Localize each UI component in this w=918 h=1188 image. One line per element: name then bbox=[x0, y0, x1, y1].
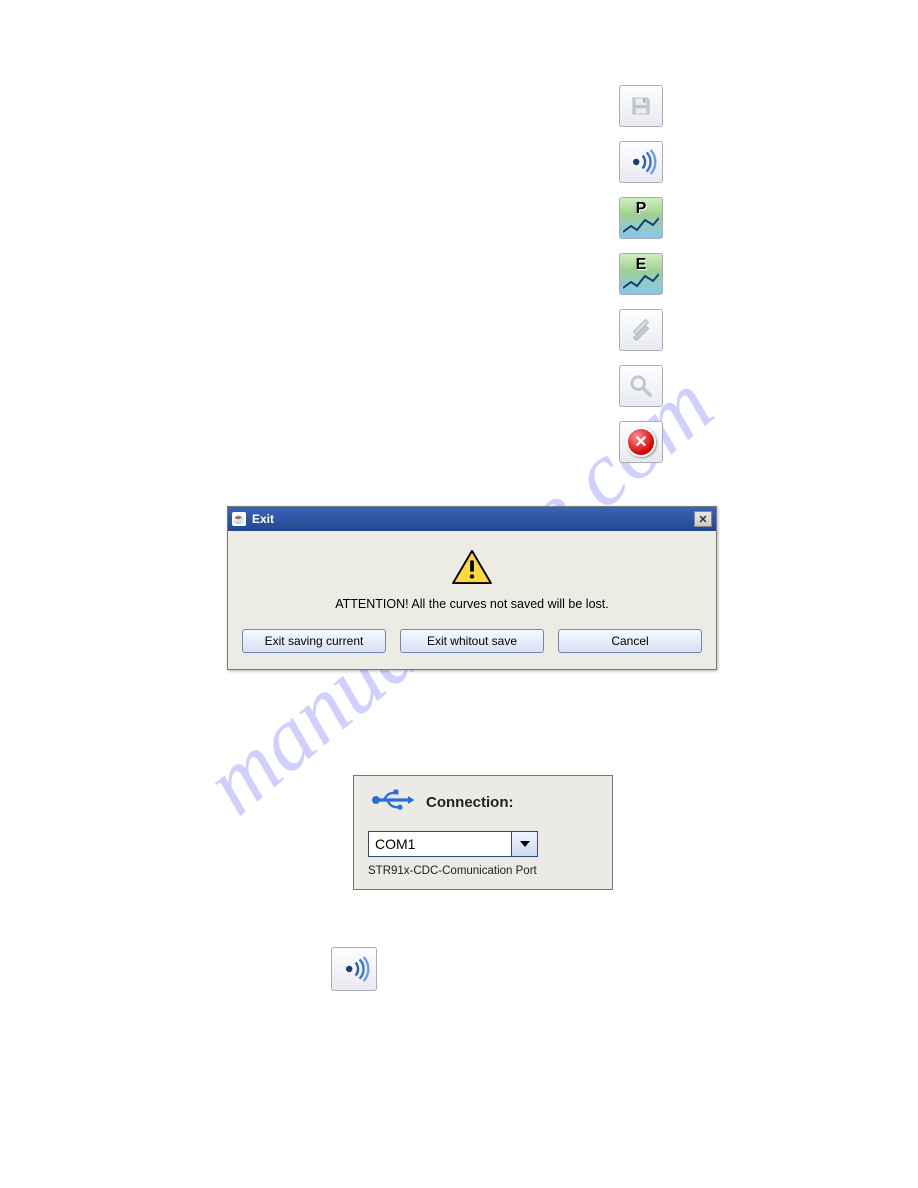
warning-icon bbox=[451, 549, 493, 585]
dialog-close-icon[interactable]: ✕ bbox=[694, 511, 712, 527]
dialog-titlebar: ☕ Exit ✕ bbox=[228, 507, 716, 531]
tools-icon[interactable] bbox=[619, 309, 663, 351]
java-icon: ☕ bbox=[232, 512, 246, 526]
broadcast-button[interactable] bbox=[331, 947, 377, 991]
exit-dialog: ☕ Exit ✕ ATTENTION! All the curves not s… bbox=[227, 506, 717, 670]
usb-icon bbox=[368, 786, 416, 819]
exit-saving-button[interactable]: Exit saving current bbox=[242, 629, 386, 653]
chart-p-icon[interactable]: P bbox=[619, 197, 663, 239]
cancel-button[interactable]: Cancel bbox=[558, 629, 702, 653]
chart-e-icon[interactable]: E bbox=[619, 253, 663, 295]
com-port-select[interactable]: COM1 bbox=[368, 831, 538, 857]
connection-label: Connection: bbox=[426, 794, 514, 811]
com-port-value: COM1 bbox=[369, 832, 511, 856]
dialog-title-text: Exit bbox=[252, 512, 274, 526]
search-icon[interactable] bbox=[619, 365, 663, 407]
exit-without-save-button[interactable]: Exit whitout save bbox=[400, 629, 544, 653]
connection-description: STR91x-CDC-Comunication Port bbox=[368, 865, 598, 877]
chevron-down-icon bbox=[511, 832, 537, 856]
save-icon[interactable] bbox=[619, 85, 663, 127]
toolbar: P E bbox=[619, 85, 663, 463]
dialog-message: ATTENTION! All the curves not saved will… bbox=[238, 597, 706, 611]
broadcast-icon[interactable] bbox=[619, 141, 663, 183]
connection-panel: Connection: COM1 STR91x-CDC-Comunication… bbox=[353, 775, 613, 890]
close-program-icon[interactable] bbox=[619, 421, 663, 463]
